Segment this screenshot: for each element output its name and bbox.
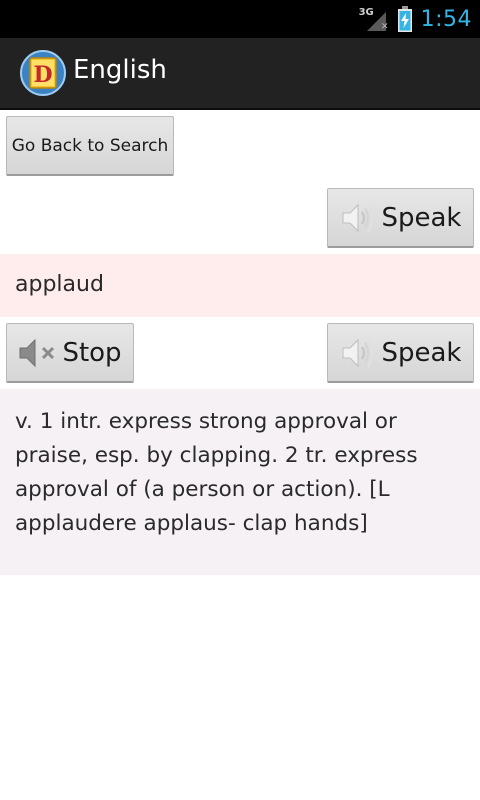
stop-button[interactable]: Stop bbox=[6, 323, 134, 383]
definition-text: v. 1 intr. express strong approval or pr… bbox=[15, 409, 418, 536]
mute-speaker-icon bbox=[19, 338, 55, 367]
app-icon-letter: D bbox=[33, 62, 52, 88]
go-back-button-label: Go Back to Search bbox=[11, 135, 169, 156]
status-right: 3G ✕ 1:54 bbox=[359, 0, 472, 38]
dictionary-d-icon[interactable]: D bbox=[20, 50, 66, 96]
battery-charging-icon bbox=[397, 6, 412, 32]
headword: applaud bbox=[15, 272, 104, 297]
go-back-to-search-button[interactable]: Go Back to Search bbox=[6, 116, 174, 176]
status-clock: 1:54 bbox=[420, 6, 472, 32]
app-title: English bbox=[73, 55, 167, 85]
stop-label: Stop bbox=[62, 337, 122, 368]
speak-definition-label: Speak bbox=[381, 337, 462, 368]
no-data-x-icon: ✕ bbox=[381, 22, 389, 32]
status-bar: 3G ✕ 1:54 bbox=[0, 0, 480, 38]
action-bar: D English bbox=[0, 38, 480, 110]
speak-word-label: Speak bbox=[381, 202, 462, 233]
speak-word-button[interactable]: Speak bbox=[327, 188, 474, 248]
speaker-icon bbox=[342, 337, 373, 368]
definition-panel: v. 1 intr. express strong approval or pr… bbox=[0, 389, 480, 575]
headword-panel: applaud bbox=[0, 254, 480, 317]
speak-definition-button[interactable]: Speak bbox=[327, 323, 474, 383]
speaker-icon bbox=[342, 202, 373, 233]
signal-indicator: 3G ✕ bbox=[359, 4, 389, 34]
